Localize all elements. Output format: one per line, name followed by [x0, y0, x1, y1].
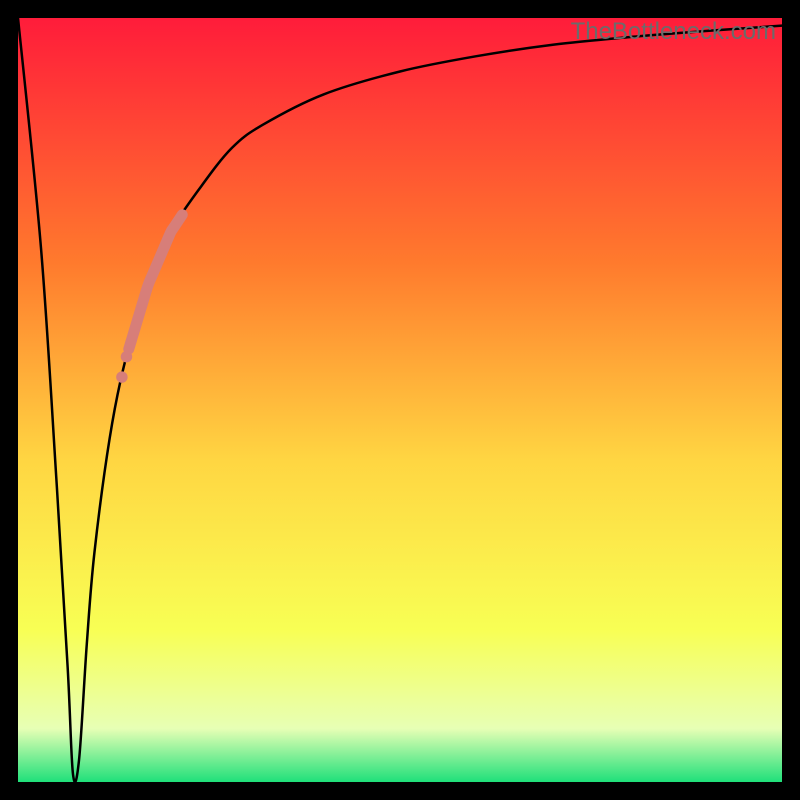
plot-area: TheBottleneck.com: [18, 18, 782, 782]
watermark-text: TheBottleneck.com: [571, 18, 776, 46]
gradient-background: [18, 18, 782, 782]
chart-svg: [18, 18, 782, 782]
highlight-dot: [121, 351, 132, 362]
chart-frame: TheBottleneck.com: [0, 0, 800, 800]
highlight-dot: [116, 371, 127, 382]
